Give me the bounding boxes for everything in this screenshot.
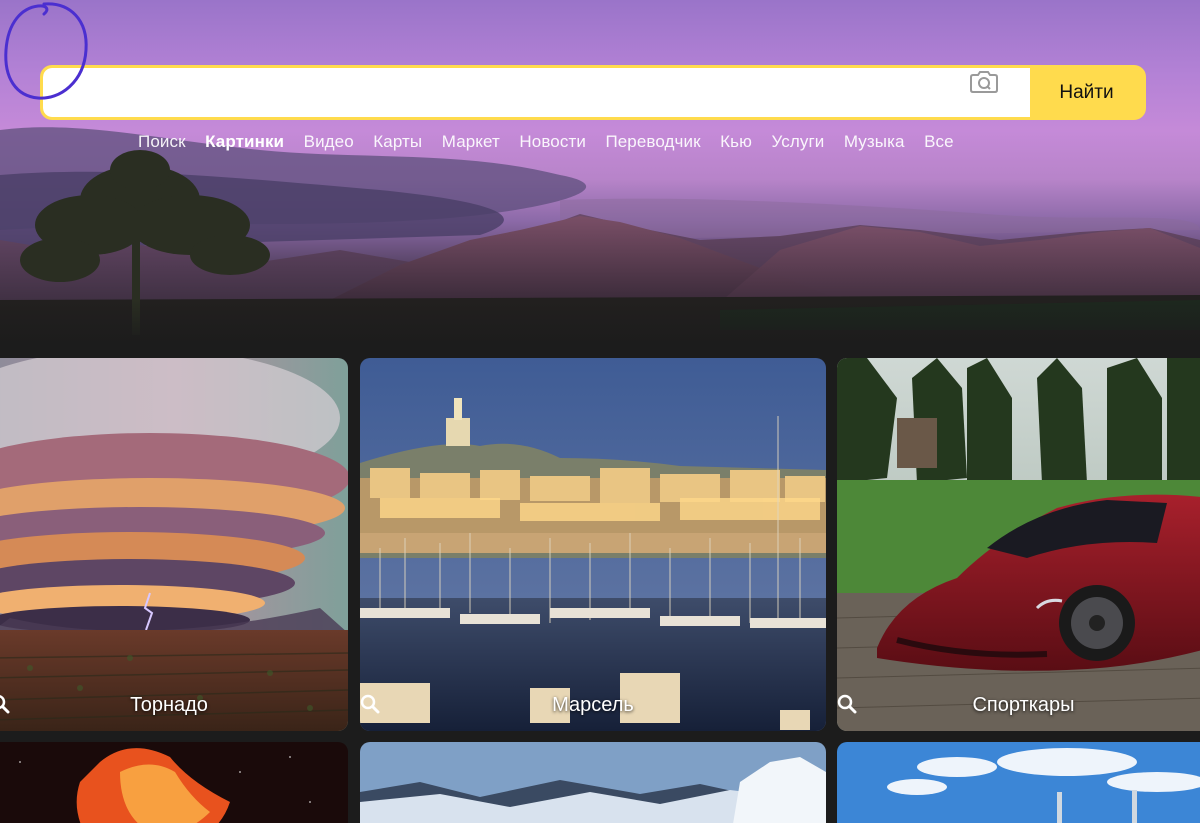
service-link-all[interactable]: Все [924,132,954,152]
hero-landscape [0,127,1200,345]
image-tile-mountains[interactable] [360,742,826,823]
search-icon [837,694,857,714]
tile-label-text: Торнадо [130,694,208,716]
city-sky-image [837,742,1200,823]
sportscar-image [837,358,1200,731]
image-tile-city[interactable] [837,742,1200,823]
service-link-music[interactable]: Музыка [844,132,905,152]
services-nav: Поиск Картинки Видео Карты Маркет Новост… [138,132,973,152]
tile-label: Спорткары [837,694,1200,717]
search-form: Найти [40,65,1146,120]
service-link-q[interactable]: Кью [720,132,752,152]
tile-label: Торнадо [0,694,348,717]
service-link-search[interactable]: Поиск [138,132,186,152]
snowy-mountains-image [360,742,826,823]
service-link-video[interactable]: Видео [304,132,354,152]
fire-image [0,742,348,823]
marseille-image [360,358,826,731]
tile-label: Марсель [360,694,826,717]
find-button[interactable]: Найти [1030,68,1143,117]
search-icon [360,694,380,714]
tile-label-text: Марсель [552,694,634,716]
search-icon [0,695,10,714]
service-link-news[interactable]: Новости [519,132,586,152]
page: Найти Поиск Картинки Видео Карты Маркет … [0,0,1200,823]
image-tile-sportscars[interactable]: Спорткары [837,358,1200,731]
service-link-translator[interactable]: Переводчик [605,132,700,152]
image-search-button[interactable] [969,68,1025,117]
image-tile-tornado[interactable]: Торнадо [0,358,348,731]
tile-label-text: Спорткары [972,694,1075,716]
service-link-images[interactable]: Картинки [205,132,284,152]
service-link-maps[interactable]: Карты [373,132,422,152]
image-tile-marseille[interactable]: Марсель [360,358,826,731]
image-tile-fire[interactable] [0,742,348,823]
service-link-services[interactable]: Услуги [771,132,824,152]
search-input[interactable] [43,68,1030,117]
service-link-market[interactable]: Маркет [442,132,500,152]
camera-icon [970,71,998,93]
tornado-image [0,358,348,731]
hero-banner: Найти Поиск Картинки Видео Карты Маркет … [0,0,1200,345]
